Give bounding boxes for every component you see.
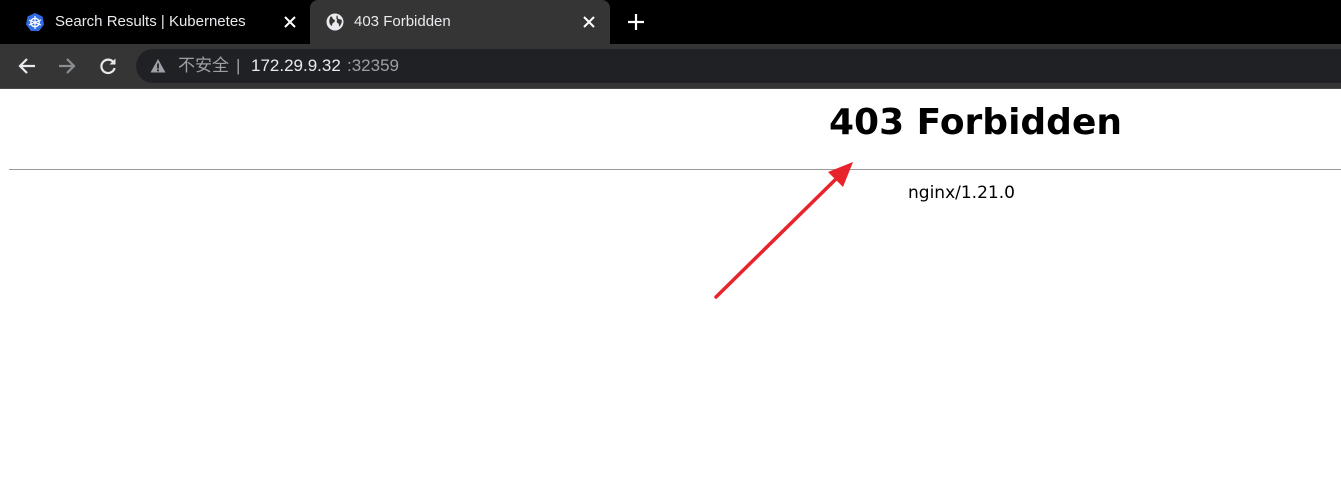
tab-title: 403 Forbidden xyxy=(354,13,451,30)
address-bar[interactable]: 不安全 | 172.29.9.32 :32359 xyxy=(136,49,1341,83)
not-secure-warning-icon[interactable] xyxy=(150,58,166,74)
tab-title: Search Results | Kubernetes xyxy=(55,13,246,30)
new-tab-plus-icon[interactable] xyxy=(624,10,648,34)
server-signature: nginx/1.21.0 xyxy=(908,183,1015,203)
kubernetes-logo-icon xyxy=(24,11,46,33)
url-host: 172.29.9.32 xyxy=(251,56,341,75)
close-icon[interactable] xyxy=(579,12,599,32)
back-arrow-icon[interactable] xyxy=(15,54,39,78)
tab-403-forbidden[interactable]: 403 Forbidden xyxy=(310,0,610,44)
tab-strip: Search Results | Kubernetes 403 Forbidde… xyxy=(0,0,1341,44)
close-icon[interactable] xyxy=(280,12,300,32)
security-status-label[interactable]: 不安全 xyxy=(178,56,229,76)
reload-icon[interactable] xyxy=(96,54,120,78)
page-content: 403 Forbidden nginx/1.21.0 xyxy=(0,89,1341,492)
red-arrow-annotation xyxy=(700,239,870,399)
globe-icon xyxy=(324,11,346,33)
url-separator: | xyxy=(236,56,241,75)
error-heading: 403 Forbidden xyxy=(829,102,1122,143)
url-port: :32359 xyxy=(347,56,399,75)
tab-search-results[interactable]: Search Results | Kubernetes xyxy=(0,0,310,44)
forward-arrow-icon[interactable] xyxy=(55,54,79,78)
horizontal-rule xyxy=(9,169,1341,170)
browser-toolbar: 不安全 | 172.29.9.32 :32359 xyxy=(0,44,1341,88)
